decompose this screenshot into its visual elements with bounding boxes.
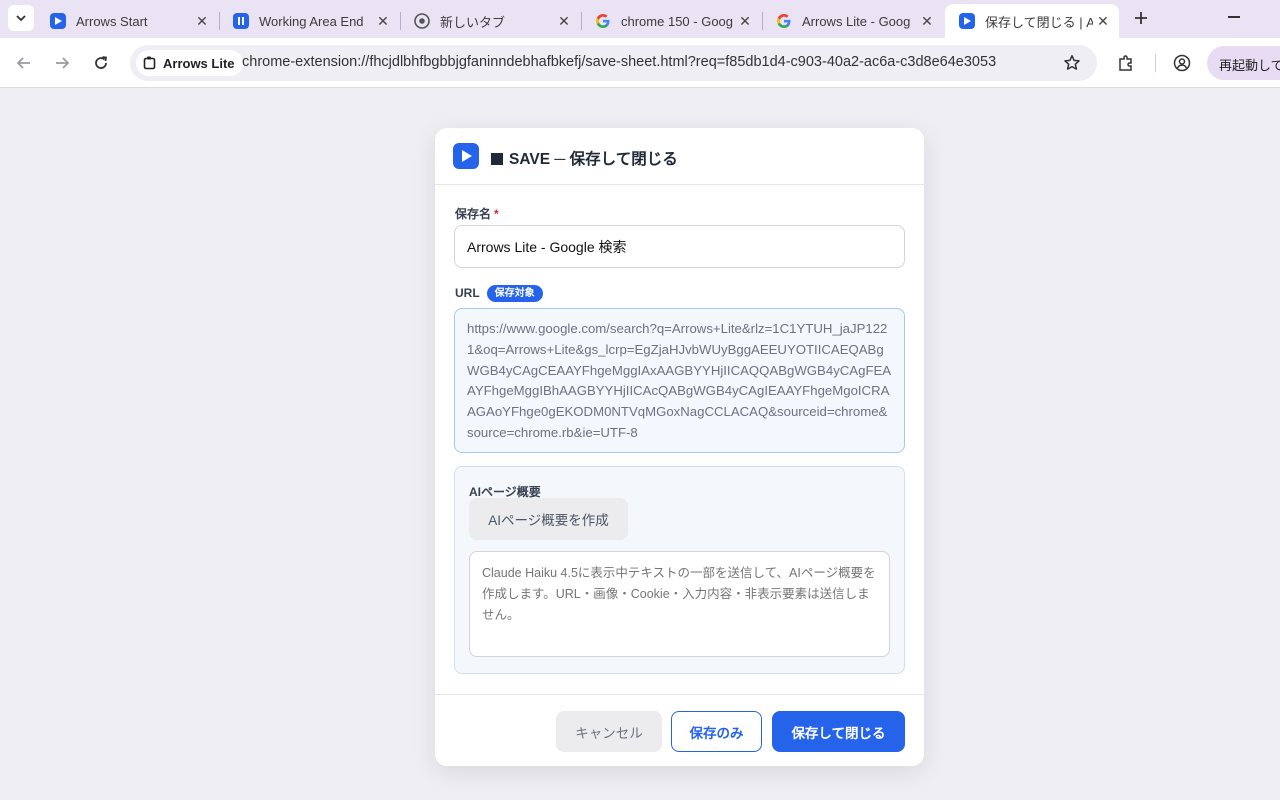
back-button[interactable] [12,51,36,75]
new-tab-button[interactable] [1129,6,1153,30]
site-chip-label: Arrows Lite [163,55,235,71]
address-bar[interactable]: Arrows Lite chrome-extension://fhcjdlbhf… [130,45,1097,81]
save-dialog: SAVE ─ 保存して閉じる 保存名* URL 保存対象 https://www.… [435,128,924,766]
reload-button[interactable] [89,51,113,75]
chrome-icon [414,13,430,29]
site-info-chip[interactable]: Arrows Lite [136,50,243,76]
save-and-close-button[interactable]: 保存して閉じる [772,711,905,752]
chevron-down-icon [16,15,26,22]
arrows-pause-icon [233,13,249,29]
tab-title: chrome 150 - Goog [621,13,734,29]
toolbar-divider [1155,54,1156,72]
puzzle-icon [1119,55,1132,71]
profile-button[interactable] [1170,51,1194,75]
dialog-title: SAVE ─ 保存して閉じる [491,147,678,169]
google-icon [595,13,611,29]
tab-strip: Arrows Start ✕ Working Area End ✕ 新しいタブ … [0,0,1280,38]
tab-new-tab[interactable]: 新しいタブ ✕ [400,4,580,38]
arrow-right-icon [56,57,70,69]
forward-button[interactable] [50,51,74,75]
close-icon[interactable]: ✕ [373,11,393,31]
tab-title: 保存して閉じる | Arr [985,14,1093,30]
save-name-input[interactable] [454,225,905,268]
save-target-badge: 保存対象 [486,285,543,302]
required-mark: * [494,207,499,221]
minimize-button[interactable] [1228,16,1240,18]
extension-icon [143,56,156,70]
close-icon[interactable]: ✕ [735,11,755,31]
url-field-label: URL 保存対象 [455,285,543,302]
dialog-header: SAVE ─ 保存して閉じる [435,128,924,185]
arrow-left-icon [16,57,30,69]
name-field-label: 保存名 * [455,205,499,222]
save-only-button[interactable]: 保存のみ [671,711,762,752]
name-label-text: 保存名 [455,207,492,221]
url-label-text: URL [455,286,480,300]
tab-arrows-lite-google[interactable]: Arrows Lite - Goog ✕ [762,4,943,38]
tab-title: Arrows Start [76,13,148,29]
tab-working-area-end[interactable]: Working Area End ✕ [219,4,399,38]
arrows-play-icon [959,13,975,29]
cancel-button[interactable]: キャンセル [556,711,662,752]
tab-arrows-start[interactable]: Arrows Start ✕ [36,4,218,38]
close-icon[interactable]: ✕ [917,11,937,31]
url-text: chrome-extension://fhcjdlbhfbgbbjgfaninn… [242,54,997,70]
tab-save-close-active[interactable]: 保存して閉じる | Arr ✕ [945,4,1119,38]
tab-chrome-150[interactable]: chrome 150 - Goog ✕ [581,4,761,38]
star-icon [1064,55,1080,70]
tab-title: 新しいタブ [440,14,506,30]
stop-square-icon [491,153,503,165]
browser-toolbar: Arrows Lite chrome-extension://fhcjdlbhf… [0,38,1280,88]
extensions-button[interactable] [1114,51,1138,75]
plus-icon [1135,12,1147,24]
google-icon [776,13,792,29]
close-icon[interactable]: ✕ [192,11,212,31]
reload-icon [95,56,108,69]
close-icon[interactable]: ✕ [554,11,574,31]
tab-search-button[interactable] [8,5,34,31]
ai-summary-textarea[interactable] [469,551,890,657]
url-field[interactable]: https://www.google.com/search?q=Arrows+L… [454,308,905,453]
bookmark-button[interactable] [1060,51,1084,75]
arrows-logo-icon [453,143,479,169]
ai-summary-section: AIページ概要 AIページ概要を作成 [454,466,905,674]
tab-title: Working Area End [259,13,364,29]
dialog-footer: キャンセル 保存のみ 保存して閉じる [435,694,924,766]
close-icon[interactable]: ✕ [1093,11,1113,31]
profile-icon [1173,54,1191,72]
arrows-play-icon [50,13,66,29]
restart-update-button[interactable]: 再起動して更新 [1207,46,1280,80]
dialog-title-text: SAVE ─ 保存して閉じる [509,151,678,168]
generate-ai-summary-button[interactable]: AIページ概要を作成 [469,498,628,540]
tab-title: Arrows Lite - Goog [802,13,911,29]
